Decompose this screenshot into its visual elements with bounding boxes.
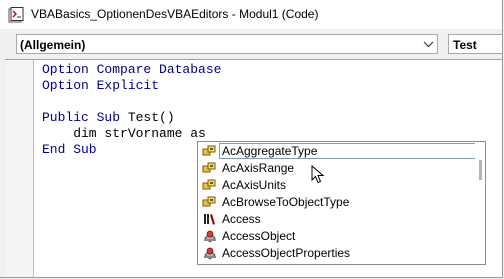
list-item-label: Access	[222, 212, 261, 226]
list-item-label: AcAxisUnits	[222, 178, 287, 192]
list-item[interactable]: AccessObjectProperties	[198, 245, 473, 262]
code-keyword: End Sub	[42, 142, 97, 157]
code-text: dim strVorname as	[42, 126, 206, 141]
class-icon	[202, 229, 218, 243]
code-line[interactable]: Public Sub Test()	[42, 110, 175, 126]
code-keyword: Option Explicit	[42, 78, 160, 93]
code-keyword: Option Compare Database	[42, 62, 222, 77]
scrollbar-thumb[interactable]	[479, 160, 482, 180]
margin-indicator-bar[interactable]	[6, 60, 34, 277]
class-icon	[202, 246, 218, 260]
module-icon	[8, 7, 24, 23]
list-item-label: AcBrowseToObjectType	[222, 195, 350, 209]
autocomplete-list[interactable]: AcAggregateType AcAxisRange AcAxisUnits …	[197, 141, 486, 265]
list-item-label: AcAxisRange	[222, 161, 295, 175]
list-item[interactable]: AcBrowseToObjectType	[198, 194, 473, 211]
code-line[interactable]: dim strVorname as	[42, 126, 206, 142]
library-icon	[202, 212, 218, 226]
enum-icon	[202, 161, 218, 175]
code-window: VBABasics_OptionenDesVBAEditors - Modul1…	[0, 0, 503, 278]
procedure-combobox[interactable]: Test	[448, 34, 502, 54]
code-text: Test()	[120, 110, 175, 125]
list-scrollbar[interactable]	[475, 142, 485, 264]
procedure-combobox-value: Test	[453, 38, 477, 52]
object-combobox-value: (Allgemein)	[20, 38, 86, 52]
list-item-label: AcAggregateType	[222, 144, 318, 158]
list-item[interactable]: AcAxisUnits	[198, 177, 473, 194]
code-keyword: Public Sub	[42, 110, 121, 125]
code-line[interactable]: Option Explicit	[42, 78, 159, 94]
list-item[interactable]: AcAxisRange	[198, 160, 473, 177]
object-combobox[interactable]: (Allgemein)	[16, 34, 438, 54]
enum-icon	[202, 195, 218, 209]
list-item[interactable]: AccessObject	[198, 228, 473, 245]
code-line[interactable]: End Sub	[42, 142, 97, 158]
list-item[interactable]: Access	[198, 211, 473, 228]
list-item-label: AccessObject	[222, 229, 296, 243]
enum-icon	[202, 144, 218, 158]
chevron-down-icon[interactable]	[420, 35, 437, 53]
combo-bar: (Allgemein) Test	[0, 29, 502, 59]
enum-icon	[202, 178, 218, 192]
list-item-label: AccessObjectProperties	[222, 246, 351, 260]
window-title: VBABasics_OptionenDesVBAEditors - Modul1…	[31, 7, 319, 21]
code-line[interactable]: Option Compare Database	[42, 62, 221, 78]
title-bar: VBABasics_OptionenDesVBAEditors - Modul1…	[0, 0, 502, 29]
list-item[interactable]: AcAggregateType	[198, 143, 473, 160]
mouse-cursor-icon	[311, 164, 325, 185]
